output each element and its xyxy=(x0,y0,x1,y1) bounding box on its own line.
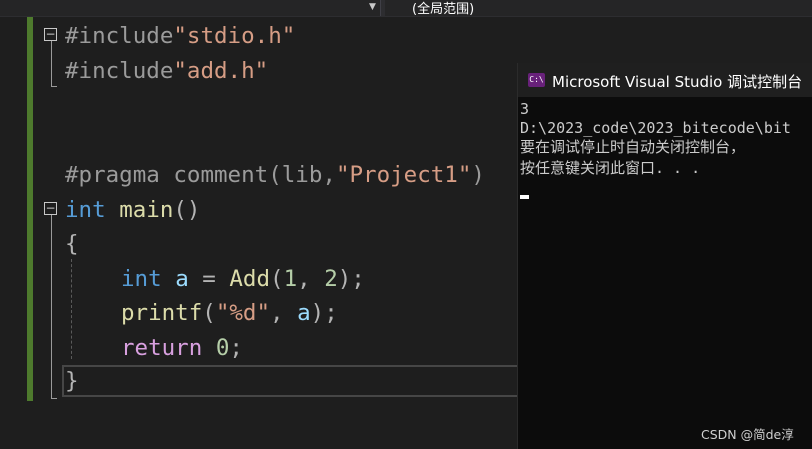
outline-corner xyxy=(51,398,57,399)
close-paren-semicolon: ); xyxy=(310,300,338,326)
keyword-int: int xyxy=(121,266,162,292)
semicolon: ; xyxy=(229,335,243,361)
pragma-argument: "Project1" xyxy=(335,162,472,188)
code-line-include-add: #include"add.h" xyxy=(65,54,268,88)
debug-console-window[interactable]: C:\ Microsoft Visual Studio 调试控制台 3 D:\2… xyxy=(517,63,812,449)
assign-operator: = xyxy=(188,266,230,292)
console-title: Microsoft Visual Studio 调试控制台 xyxy=(552,73,803,91)
current-line-highlight xyxy=(62,365,522,397)
close-paren-semicolon: ); xyxy=(337,266,365,292)
format-string: "%d" xyxy=(215,300,271,326)
outline-line xyxy=(51,215,52,398)
code-line-include-stdio: #include"stdio.h" xyxy=(65,19,295,53)
console-cursor xyxy=(520,195,529,199)
include-path: "add.h" xyxy=(173,58,269,84)
change-tracking-bar xyxy=(27,17,33,401)
pragma-open: (lib, xyxy=(268,162,336,188)
comma: , xyxy=(270,300,298,326)
close-brace: } xyxy=(65,368,79,394)
console-output-line: 按任意键关闭此窗口. . . xyxy=(520,159,701,177)
code-line-main-signature: int main() xyxy=(65,193,200,227)
code-line-declaration: int a = Add(1, 2); xyxy=(121,262,365,296)
parens: () xyxy=(173,197,201,223)
project-dropdown[interactable] xyxy=(0,0,381,16)
keyword-int: int xyxy=(65,197,106,223)
code-line-open-brace: { xyxy=(65,227,79,261)
keyword-return: return xyxy=(121,335,203,361)
collapse-icon[interactable]: − xyxy=(44,202,57,215)
navigation-bar: ▼ (全局范围) xyxy=(0,0,812,18)
indent-guide xyxy=(71,259,72,359)
console-app-icon: C:\ xyxy=(528,73,545,87)
watermark: CSDN @简de淳 xyxy=(701,427,794,442)
pragma-close: ) xyxy=(471,162,485,188)
number-literal: 2 xyxy=(324,266,338,292)
open-paren: ( xyxy=(270,266,284,292)
console-output-line: 要在调试停止时自动关闭控制台， xyxy=(520,138,746,156)
outline-corner xyxy=(51,86,57,87)
console-title-bar[interactable]: C:\ Microsoft Visual Studio 调试控制台 xyxy=(518,63,812,97)
code-line-return: return 0; xyxy=(121,331,243,365)
outline-line xyxy=(51,41,52,86)
function-name: main xyxy=(119,197,174,223)
open-paren: ( xyxy=(202,300,216,326)
variable-a: a xyxy=(175,266,189,292)
preprocessor-directive: #include xyxy=(65,58,174,84)
number-literal: 1 xyxy=(283,266,298,292)
function-call-add: Add xyxy=(229,266,271,292)
console-output-line: D:\2023_code\2023_bitecode\bit xyxy=(520,119,791,137)
chevron-down-icon[interactable]: ▼ xyxy=(369,2,376,12)
code-line-printf: printf("%d", a); xyxy=(121,296,338,330)
code-line-close-brace: } xyxy=(65,364,79,398)
number-literal: 0 xyxy=(215,335,230,361)
code-line-pragma: #pragma comment(lib,"Project1") xyxy=(65,158,485,192)
comma: , xyxy=(297,266,325,292)
console-output-line: 3 xyxy=(520,100,530,118)
function-call-printf: printf xyxy=(121,300,203,326)
variable-a: a xyxy=(297,300,311,326)
open-brace: { xyxy=(65,231,79,257)
preprocessor-directive: #pragma comment xyxy=(65,162,269,188)
collapse-icon[interactable]: − xyxy=(44,28,57,41)
scope-dropdown-value: (全局范围) xyxy=(412,2,475,17)
include-path: "stdio.h" xyxy=(173,23,296,49)
preprocessor-directive: #include xyxy=(65,23,174,49)
